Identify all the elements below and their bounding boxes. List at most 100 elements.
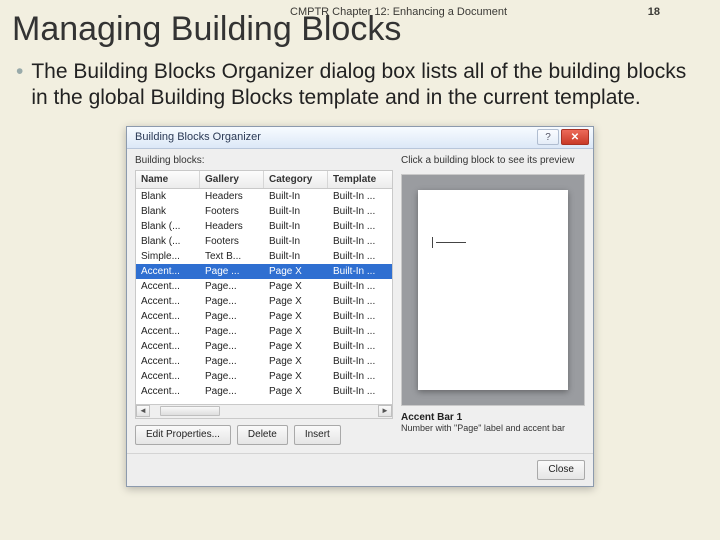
cell: Accent... xyxy=(136,369,200,384)
table-row[interactable]: Blank (...FootersBuilt-InBuilt-In ... xyxy=(136,234,392,249)
cell: Built-In ... xyxy=(328,219,392,234)
cell: Page X xyxy=(264,384,328,399)
cell: Built-In xyxy=(264,249,328,264)
cell: Built-In ... xyxy=(328,204,392,219)
cell: Page... xyxy=(200,384,264,399)
cell: Built-In ... xyxy=(328,384,392,399)
cell: Built-In ... xyxy=(328,309,392,324)
cell: Page X xyxy=(264,339,328,354)
page-number: 18 xyxy=(648,6,660,18)
cell: Page... xyxy=(200,294,264,309)
cell: Accent... xyxy=(136,354,200,369)
table-row[interactable]: Accent...Page...Page XBuilt-In ... xyxy=(136,324,392,339)
col-name[interactable]: Name xyxy=(136,171,200,188)
cell: Page... xyxy=(200,369,264,384)
cell: Page... xyxy=(200,339,264,354)
table-row[interactable]: Accent...Page ...Page XBuilt-In ... xyxy=(136,264,392,279)
building-blocks-organizer-dialog: Building Blocks Organizer ? ✕ Building b… xyxy=(126,126,594,487)
table-row[interactable]: Simple...Text B...Built-InBuilt-In ... xyxy=(136,249,392,264)
right-pane: Click a building block to see its previe… xyxy=(401,155,585,453)
cell: Blank xyxy=(136,204,200,219)
chapter-label: CMPTR Chapter 12: Enhancing a Document xyxy=(290,6,507,18)
cell: Page... xyxy=(200,324,264,339)
table-row[interactable]: Accent...Page...Page XBuilt-In ... xyxy=(136,369,392,384)
body-text: • The Building Blocks Organizer dialog b… xyxy=(0,53,720,112)
preview-area xyxy=(401,174,585,406)
cell: Built-In xyxy=(264,219,328,234)
building-blocks-label: Building blocks: xyxy=(135,155,393,166)
table-row[interactable]: Accent...Page...Page XBuilt-In ... xyxy=(136,294,392,309)
cell: Blank (... xyxy=(136,219,200,234)
listbox[interactable]: BlankHeadersBuilt-InBuilt-In ...BlankFoo… xyxy=(135,189,393,405)
cell: Page... xyxy=(200,354,264,369)
table-row[interactable]: Accent...Page...Page XBuilt-In ... xyxy=(136,354,392,369)
table-row[interactable]: Accent...Page...Page XBuilt-In ... xyxy=(136,339,392,354)
cell: Footers xyxy=(200,204,264,219)
cell: Page... xyxy=(200,279,264,294)
cell: Simple... xyxy=(136,249,200,264)
cell: Footers xyxy=(200,234,264,249)
cell: Built-In ... xyxy=(328,264,392,279)
help-icon[interactable]: ? xyxy=(537,129,559,145)
preview-name: Accent Bar 1 xyxy=(401,412,585,423)
table-row[interactable]: BlankFootersBuilt-InBuilt-In ... xyxy=(136,204,392,219)
table-row[interactable]: Accent...Page...Page XBuilt-In ... xyxy=(136,309,392,324)
cell: Page... xyxy=(200,309,264,324)
cell: Page X xyxy=(264,294,328,309)
cell: Built-In ... xyxy=(328,354,392,369)
cell: Built-In ... xyxy=(328,234,392,249)
cell: Page X xyxy=(264,264,328,279)
scroll-thumb[interactable] xyxy=(160,406,220,416)
cell: Accent... xyxy=(136,384,200,399)
cell: Accent... xyxy=(136,264,200,279)
cell: Built-In ... xyxy=(328,294,392,309)
accent-bar-icon xyxy=(436,242,466,243)
cell: Blank xyxy=(136,189,200,204)
delete-button[interactable]: Delete xyxy=(237,425,288,445)
table-row[interactable]: Accent...Page...Page XBuilt-In ... xyxy=(136,279,392,294)
dialog-titlebar[interactable]: Building Blocks Organizer ? ✕ xyxy=(127,127,593,149)
table-row[interactable]: BlankHeadersBuilt-InBuilt-In ... xyxy=(136,189,392,204)
cell: Accent... xyxy=(136,294,200,309)
cell: Built-In xyxy=(264,234,328,249)
cell: Accent... xyxy=(136,339,200,354)
cell: Page ... xyxy=(200,264,264,279)
cell: Page X xyxy=(264,324,328,339)
bullet-paragraph: The Building Blocks Organizer dialog box… xyxy=(31,59,690,112)
cell: Page X xyxy=(264,309,328,324)
close-icon[interactable]: ✕ xyxy=(561,129,589,145)
preview-description: Number with "Page" label and accent bar xyxy=(401,423,585,433)
cell: Text B... xyxy=(200,249,264,264)
table-row[interactable]: Blank (...HeadersBuilt-InBuilt-In ... xyxy=(136,219,392,234)
cell: Built-In xyxy=(264,189,328,204)
insert-button[interactable]: Insert xyxy=(294,425,341,445)
edit-properties-button[interactable]: Edit Properties... xyxy=(135,425,231,445)
close-button[interactable]: Close xyxy=(537,460,585,480)
horizontal-scrollbar[interactable]: ◄ ► xyxy=(135,405,393,419)
cell: Page X xyxy=(264,279,328,294)
cell: Built-In ... xyxy=(328,249,392,264)
scroll-right-icon[interactable]: ► xyxy=(378,405,392,417)
cell: Built-In ... xyxy=(328,369,392,384)
cell: Blank (... xyxy=(136,234,200,249)
scroll-left-icon[interactable]: ◄ xyxy=(136,405,150,417)
cell: Accent... xyxy=(136,309,200,324)
preview-label: Click a building block to see its previe… xyxy=(401,155,585,166)
dialog-title: Building Blocks Organizer xyxy=(135,131,261,143)
col-template[interactable]: Template xyxy=(328,171,392,188)
left-pane: Building blocks: Name Gallery Category T… xyxy=(135,155,393,453)
cell: Page X xyxy=(264,354,328,369)
cell: Built-In ... xyxy=(328,324,392,339)
table-row[interactable]: Accent...Page...Page XBuilt-In ... xyxy=(136,384,392,399)
cell: Built-In ... xyxy=(328,279,392,294)
col-gallery[interactable]: Gallery xyxy=(200,171,264,188)
cell: Built-In xyxy=(264,204,328,219)
scroll-track[interactable] xyxy=(150,405,378,417)
cell: Headers xyxy=(200,219,264,234)
bullet-dot: • xyxy=(16,59,23,112)
list-header[interactable]: Name Gallery Category Template xyxy=(135,170,393,189)
col-category[interactable]: Category xyxy=(264,171,328,188)
cell: Accent... xyxy=(136,279,200,294)
cell: Accent... xyxy=(136,324,200,339)
preview-page xyxy=(418,190,568,390)
